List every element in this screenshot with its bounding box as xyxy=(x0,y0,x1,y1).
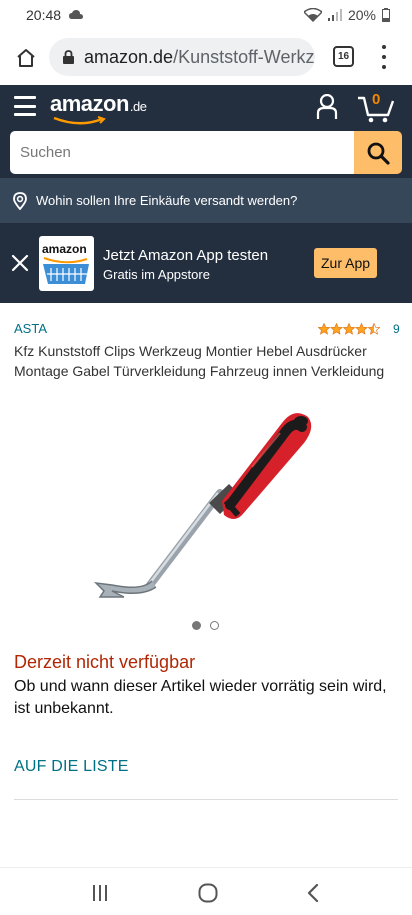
home-icon xyxy=(17,48,35,67)
wifi-icon xyxy=(303,8,322,22)
cloud-icon xyxy=(69,10,84,19)
divider xyxy=(14,799,398,800)
system-back-button[interactable] xyxy=(306,883,320,908)
add-to-list-button[interactable]: AUF DIE LISTE xyxy=(14,758,129,776)
lock-icon xyxy=(63,50,74,64)
delivery-text: Wohin sollen Ihre Einkäufe versandt werd… xyxy=(36,193,298,208)
url-path: /Kunststoff-Werkzeug xyxy=(173,46,315,67)
availability-status: Derzeit nicht verfügbar xyxy=(14,652,196,672)
logo-text: amazon xyxy=(50,91,129,116)
battery-icon xyxy=(382,8,390,22)
search-button[interactable] xyxy=(354,131,402,174)
browser-toolbar: amazon.de/Kunststoff-Werkzeug 16 xyxy=(0,30,412,85)
status-time: 20:48 xyxy=(26,7,62,23)
shopping-cart-icon xyxy=(43,257,89,284)
menu-dot-icon xyxy=(382,45,386,49)
recents-icon xyxy=(93,885,107,901)
signal-icon xyxy=(327,9,342,21)
url-domain: amazon.de xyxy=(84,46,174,67)
smile-icon xyxy=(53,116,106,125)
availability-description: Ob und wann dieser Artikel wieder vorrät… xyxy=(14,678,387,717)
cart-button[interactable]: 0 xyxy=(357,91,397,123)
search-input[interactable] xyxy=(10,131,354,174)
amazon-logo[interactable]: amazon.de xyxy=(50,91,147,125)
product-image[interactable] xyxy=(82,405,332,605)
back-arrow-icon xyxy=(307,883,319,903)
browser-menu-button[interactable] xyxy=(376,42,392,72)
carousel-dot-active[interactable] xyxy=(192,621,201,630)
cart-count: 0 xyxy=(372,91,381,108)
delivery-location-bar[interactable]: Wohin sollen Ihre Einkäufe versandt werd… xyxy=(0,178,412,223)
menu-dot-icon xyxy=(382,55,386,59)
amazon-app-logo: amazon xyxy=(39,236,94,291)
menu-dot-icon xyxy=(382,65,386,69)
recent-apps-button[interactable] xyxy=(92,884,108,907)
hamburger-icon[interactable] xyxy=(14,96,36,116)
app-promo-banner: amazon Jetzt Amazon App testen Gratis im… xyxy=(0,223,412,303)
battery-percent: 20% xyxy=(347,7,376,23)
close-icon[interactable] xyxy=(10,253,30,273)
browser-home-button[interactable] xyxy=(0,32,52,84)
logo-suffix: .de xyxy=(129,99,147,114)
carousel-dot[interactable] xyxy=(210,621,219,630)
rating-count: 9 xyxy=(393,322,400,336)
search-icon xyxy=(367,142,390,165)
trim-removal-tool-image xyxy=(93,413,312,598)
site-header: amazon.de 0 xyxy=(0,85,412,130)
status-bar: 20:48 20% xyxy=(0,0,412,30)
address-bar[interactable]: amazon.de/Kunststoff-Werkzeug xyxy=(49,38,315,76)
home-circle-icon xyxy=(198,883,218,903)
location-pin-icon xyxy=(12,191,28,210)
account-icon[interactable] xyxy=(316,93,338,125)
product-rating[interactable]: 9 xyxy=(318,322,400,336)
tab-switcher-button[interactable]: 16 xyxy=(333,46,354,67)
system-navigation-bar xyxy=(0,867,412,915)
system-home-button[interactable] xyxy=(198,883,218,908)
banner-title: Jetzt Amazon App testen xyxy=(103,247,269,264)
open-app-button[interactable]: Zur App xyxy=(314,248,377,278)
image-carousel-dots[interactable] xyxy=(192,621,219,630)
product-title: Kfz Kunststoff Clips Werkzeug Montier He… xyxy=(14,343,385,379)
banner-subtitle: Gratis im Appstore xyxy=(103,267,210,282)
star-rating-icon xyxy=(318,323,380,335)
search-bar xyxy=(0,130,412,178)
product-brand-link[interactable]: ASTA xyxy=(14,321,47,336)
